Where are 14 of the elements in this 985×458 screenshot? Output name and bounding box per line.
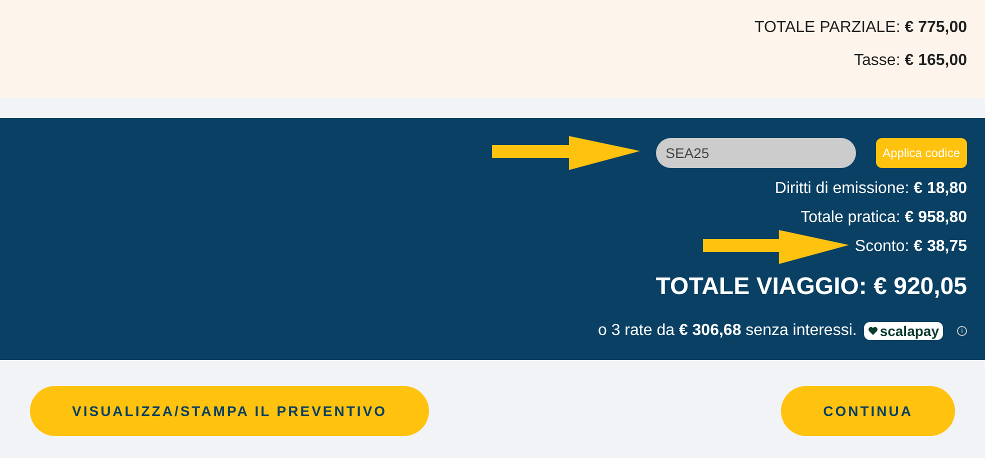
- trip-total: TOTALE VIAGGIO: € 920,05: [656, 272, 967, 302]
- installments-text: o 3 rate da € 306,68 senza interessi.: [598, 321, 857, 341]
- total-line: Sconto: € 38,75: [854, 236, 967, 256]
- action-button[interactable]: VISUALIZZA/STAMPA IL PREVENTIVO: [30, 386, 430, 436]
- subtotal-line: Tasse: € 165,00: [854, 51, 967, 71]
- subtotal-line: TOTALE PARZIALE: € 775,00: [754, 18, 967, 38]
- scalapay-badge: scalapay: [864, 322, 943, 340]
- heart-icon: [868, 326, 878, 336]
- total-line: Totale pratica: € 958,80: [800, 208, 967, 228]
- action-button[interactable]: CONTINUA: [781, 386, 955, 436]
- arrow-icon: [492, 136, 640, 170]
- total-line: Diritti di emissione: € 18,80: [774, 178, 967, 198]
- promo-code-field[interactable]: SEA25: [656, 138, 856, 168]
- arrow-icon: [702, 230, 849, 264]
